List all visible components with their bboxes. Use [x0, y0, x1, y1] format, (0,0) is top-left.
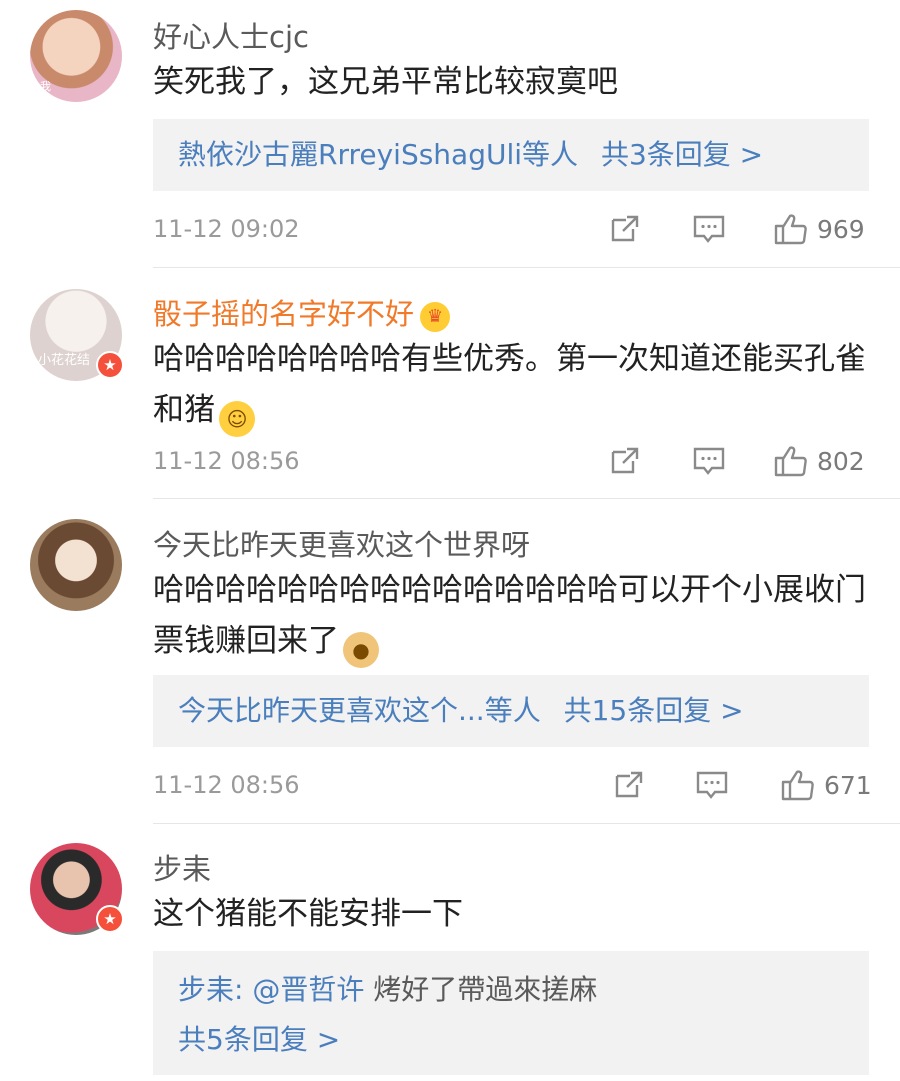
comment-meta: 11-12 08:56 802	[153, 443, 869, 483]
reply-user[interactable]: 步耒:	[178, 973, 243, 1006]
comment-text: 这个猪能不能安排一下	[153, 896, 463, 932]
comment-button[interactable]	[692, 443, 726, 479]
reply-preview[interactable]: 今天比昨天更喜欢这个...等人 共15条回复 >	[153, 675, 869, 747]
comment-text-body: 哈哈哈哈哈哈哈哈哈哈哈哈哈哈哈可以开个小展收门票钱赚回来了	[153, 572, 866, 659]
username[interactable]: 骰子摇的名字好不好 ♛	[153, 291, 451, 333]
share-icon	[611, 447, 639, 474]
username[interactable]: 步耒	[153, 846, 211, 888]
divider	[153, 823, 900, 824]
reply-mention[interactable]: @晋哲许	[252, 973, 364, 1006]
username-text: 骰子摇的名字好不好	[153, 297, 415, 331]
comment-text: 哈哈哈哈哈哈哈哈有些优秀。第一次知道还能买孔雀和猪 ☺	[153, 334, 873, 437]
thumbs-up-icon	[774, 446, 807, 477]
share-button[interactable]	[613, 767, 645, 803]
comment-icon	[693, 215, 725, 243]
verified-badge-icon: ★	[96, 351, 124, 379]
like-count: 671	[824, 770, 872, 800]
like-button[interactable]: 802	[773, 443, 865, 479]
username[interactable]: 好心人士cjc	[153, 14, 309, 56]
like-count: 802	[817, 446, 865, 476]
crown-icon: ♛	[420, 302, 451, 332]
avatar[interactable]: ★	[30, 843, 124, 935]
divider	[153, 498, 900, 499]
laughing-emoji-icon: ☺	[219, 401, 255, 437]
doge-emoji-icon: ●	[343, 632, 379, 668]
share-icon	[611, 215, 639, 242]
thumbs-up-icon	[774, 214, 807, 245]
verified-badge-icon: ★	[96, 905, 124, 933]
reply-count-link[interactable]: 共3条回复 >	[601, 138, 763, 171]
timestamp: 11-12 08:56	[153, 771, 300, 799]
comment-meta: 11-12 09:02 969	[153, 211, 869, 251]
comment-meta: 11-12 08:56 671	[153, 767, 872, 807]
comment-icon	[693, 447, 725, 475]
comment-text-body: 哈哈哈哈哈哈哈哈有些优秀。第一次知道还能买孔雀和猪	[153, 341, 866, 428]
timestamp: 11-12 08:56	[153, 447, 300, 475]
share-button[interactable]	[609, 211, 641, 247]
timestamp: 11-12 09:02	[153, 215, 300, 243]
comment-button[interactable]	[695, 767, 729, 803]
like-count: 969	[817, 214, 865, 244]
divider	[153, 267, 900, 268]
avatar-label: 小花花结	[38, 353, 91, 368]
avatar[interactable]: 我	[30, 10, 122, 102]
reply-preview[interactable]: 熱依沙古麗RrreyiSshagUli等人 共3条回复 >	[153, 119, 869, 191]
like-button[interactable]: 671	[780, 767, 872, 803]
avatar[interactable]: 小花花结 ★	[30, 289, 124, 381]
reply-line: 步耒: @晋哲许 烤好了帶過來搓麻	[178, 965, 844, 1015]
reply-count-link[interactable]: 共15条回复 >	[564, 694, 744, 727]
comment-icon	[696, 771, 728, 799]
comment-text: 哈哈哈哈哈哈哈哈哈哈哈哈哈哈哈可以开个小展收门票钱赚回来了 ●	[153, 565, 873, 668]
reply-preview[interactable]: 步耒: @晋哲许 烤好了帶過來搓麻 共5条回复 >	[153, 951, 869, 1075]
like-button[interactable]: 969	[773, 211, 865, 247]
reply-count-link[interactable]: 共5条回复 >	[178, 1015, 844, 1065]
comment-text: 笑死我了，这兄弟平常比较寂寞吧	[153, 64, 618, 100]
avatar-label: 我	[40, 80, 51, 93]
reply-users: 熱依沙古麗RrreyiSshagUli等人	[178, 138, 579, 171]
avatar[interactable]	[30, 519, 122, 611]
username[interactable]: 今天比昨天更喜欢这个世界呀	[153, 522, 530, 564]
comment-button[interactable]	[692, 211, 726, 247]
reply-text: 烤好了帶過來搓麻	[373, 973, 598, 1006]
reply-users: 今天比昨天更喜欢这个...等人	[178, 694, 541, 727]
share-icon	[615, 771, 643, 798]
share-button[interactable]	[609, 443, 641, 479]
thumbs-up-icon	[781, 770, 814, 801]
